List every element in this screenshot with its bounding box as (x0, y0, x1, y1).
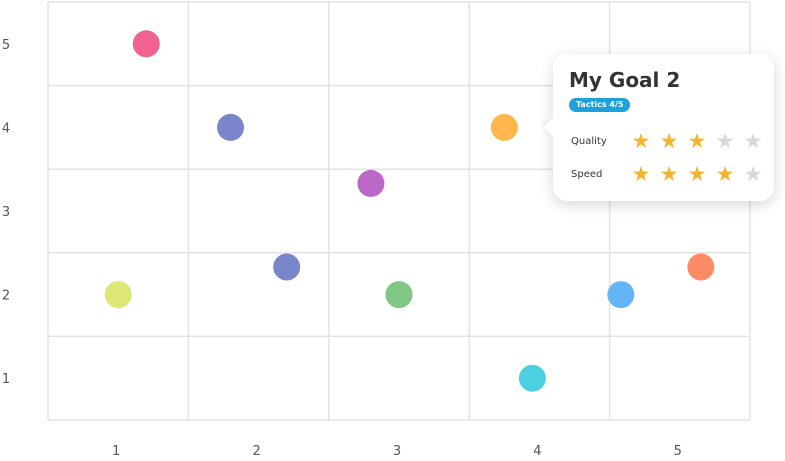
x-tick-label: 5 (674, 444, 682, 459)
data-point[interactable] (490, 113, 518, 141)
data-point[interactable] (518, 364, 546, 392)
star-filled-icon: ★ (659, 129, 679, 153)
star-filled-icon: ★ (715, 162, 735, 186)
data-point[interactable] (104, 281, 132, 309)
rating-label-speed: Speed (571, 168, 603, 180)
star-filled-icon: ★ (631, 129, 651, 153)
data-point[interactable] (217, 113, 245, 141)
rating-label-quality: Quality (571, 135, 607, 147)
x-tick-label: 2 (252, 444, 260, 459)
tactics-badge: Tactics 4/5 (569, 98, 631, 112)
y-tick-label: 3 (2, 205, 10, 220)
y-tick-label: 1 (2, 372, 10, 387)
star-empty-icon: ★ (743, 129, 763, 153)
rating-row-speed: Speed ★ ★ ★ ★ ★ (571, 163, 767, 185)
y-tick-label: 2 (2, 289, 10, 304)
tooltip-title: My Goal 2 (569, 68, 681, 92)
star-filled-icon: ★ (687, 129, 707, 153)
x-tick-label: 4 (533, 444, 541, 459)
data-point[interactable] (687, 253, 715, 281)
data-point[interactable] (385, 281, 413, 309)
x-tick-label: 3 (393, 444, 401, 459)
star-filled-icon: ★ (687, 162, 707, 186)
x-axis-ticks: 1 2 3 4 5 (112, 444, 682, 459)
rating-row-quality: Quality ★ ★ ★ ★ ★ (571, 130, 767, 152)
y-tick-label: 5 (2, 38, 10, 53)
data-point[interactable] (132, 30, 160, 58)
x-tick-label: 1 (112, 444, 120, 459)
star-empty-icon: ★ (715, 129, 735, 153)
star-empty-icon: ★ (743, 162, 763, 186)
star-rating-quality: ★ ★ ★ ★ ★ (627, 130, 767, 152)
star-filled-icon: ★ (631, 162, 651, 186)
y-tick-label: 4 (2, 121, 10, 136)
y-axis-ticks: 1 2 3 4 5 (2, 38, 10, 387)
data-point[interactable] (607, 281, 635, 309)
star-rating-speed: ★ ★ ★ ★ ★ (627, 163, 767, 185)
goal-tooltip: My Goal 2 Tactics 4/5 Quality ★ ★ ★ ★ ★ Spee… (553, 54, 774, 201)
data-point[interactable] (273, 253, 301, 281)
data-point[interactable] (357, 169, 385, 197)
star-filled-icon: ★ (659, 162, 679, 186)
